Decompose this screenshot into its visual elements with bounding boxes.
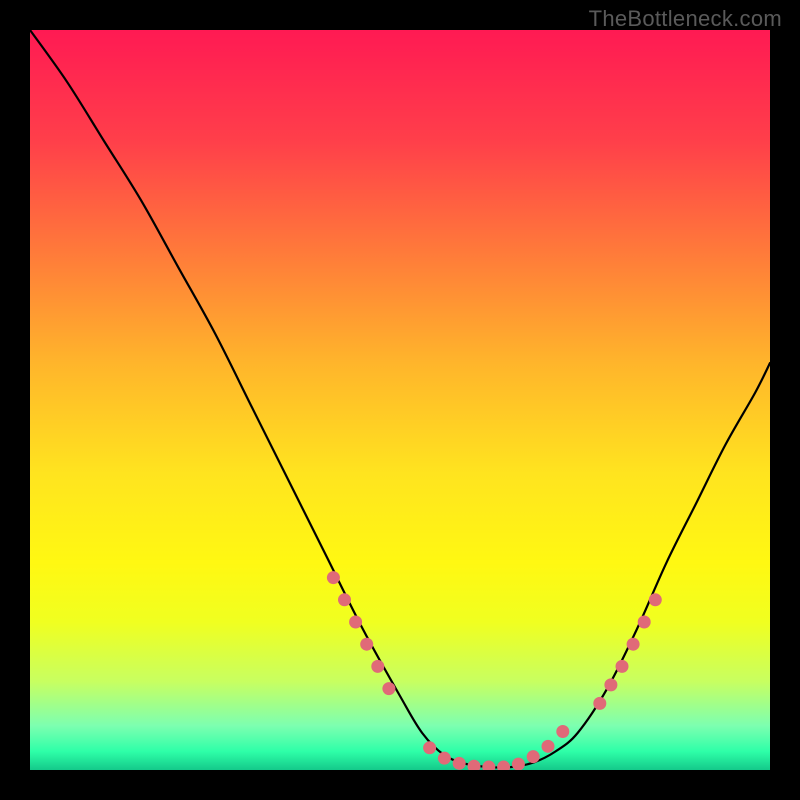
data-marker [542,740,555,753]
data-marker [423,741,436,754]
watermark-text: TheBottleneck.com [589,6,782,32]
data-marker [556,725,569,738]
data-marker [593,697,606,710]
data-marker [371,660,384,673]
chart-plot-area [30,30,770,770]
data-marker [453,757,466,770]
chart-svg [30,30,770,770]
data-marker [327,571,340,584]
data-marker [638,616,651,629]
data-marker [360,638,373,651]
data-marker [382,682,395,695]
data-marker [349,616,362,629]
data-marker [338,593,351,606]
data-marker [512,758,525,770]
chart-background [30,30,770,770]
data-marker [438,752,451,765]
data-marker [604,678,617,691]
data-marker [627,638,640,651]
data-marker [527,750,540,763]
data-marker [616,660,629,673]
data-marker [649,593,662,606]
